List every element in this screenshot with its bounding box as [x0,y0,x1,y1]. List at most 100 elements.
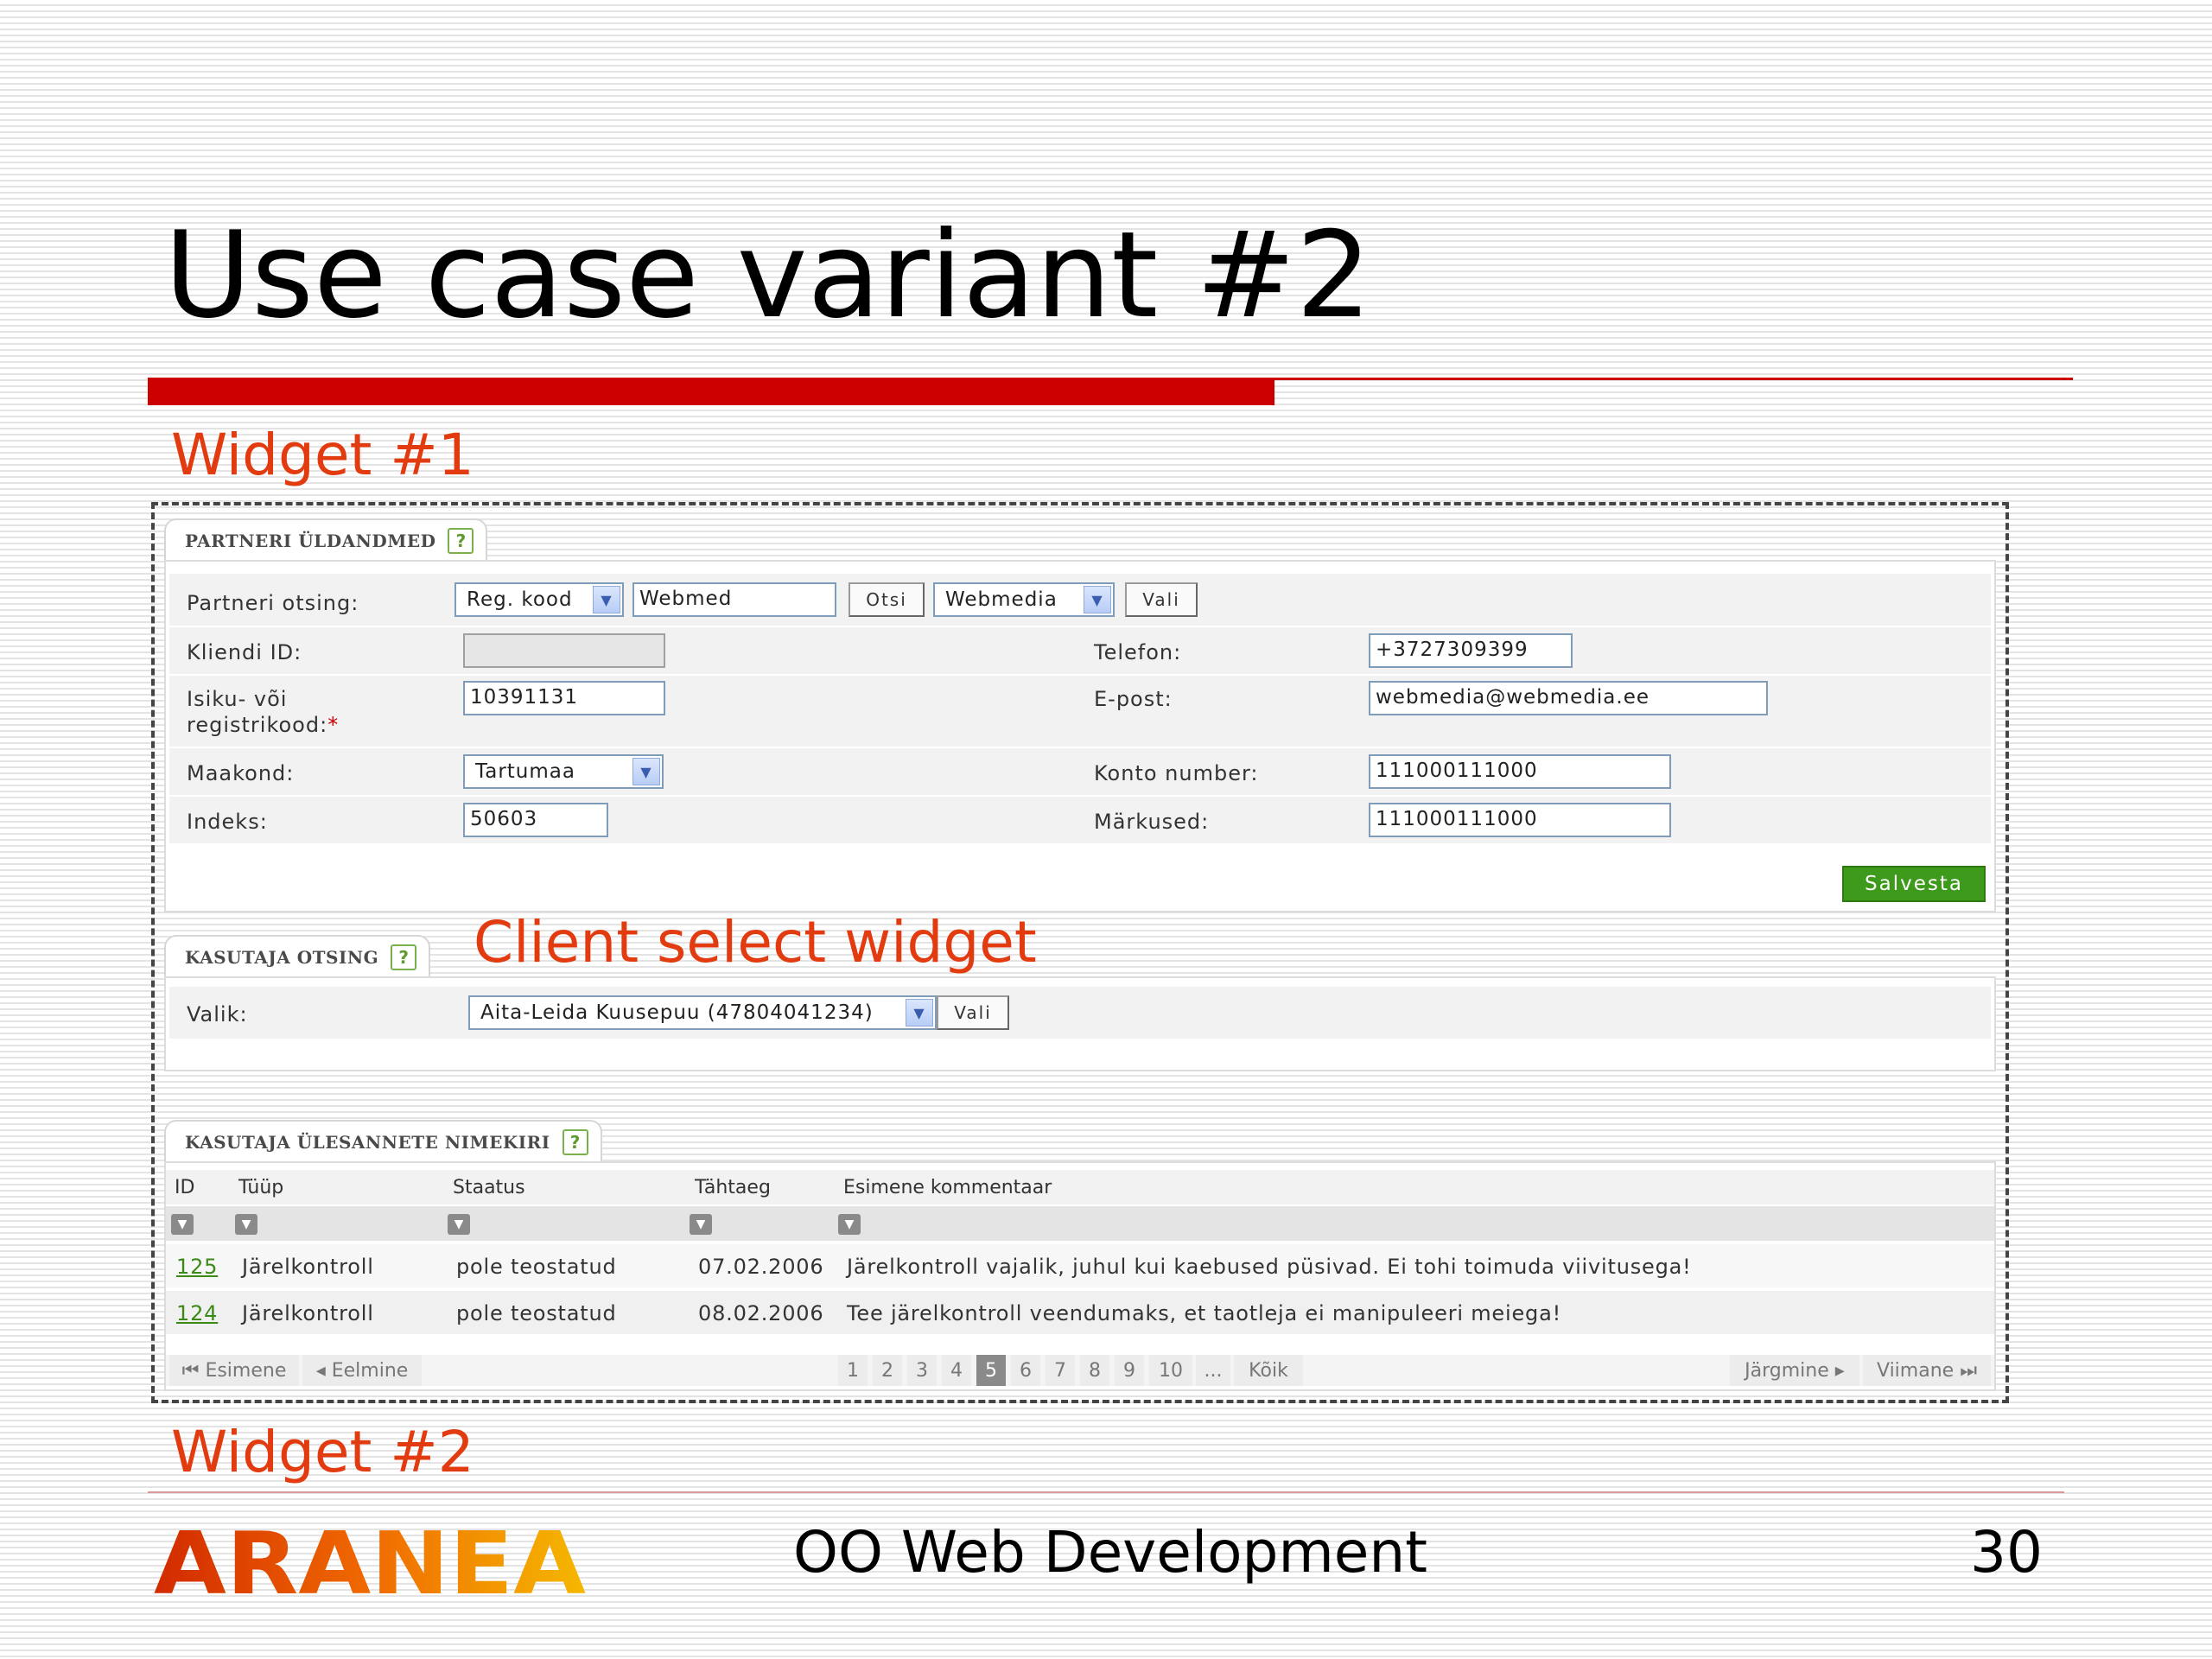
next-page-label: Järgmine [1745,1359,1829,1382]
task-comment: Järelkontroll vajalik, juhul kui kaebuse… [847,1255,1692,1279]
client-select-widget-label: Client select widget [474,909,1037,976]
email-field[interactable]: webmedia@webmedia.ee [1369,681,1768,715]
title-underline-thin [1274,378,2073,380]
task-deadline: 07.02.2006 [698,1255,824,1279]
page-9[interactable]: 9 [1115,1355,1144,1386]
user-search-panel: Valik: Aita-Leida Kuusepuu (47804041234)… [164,976,1996,1071]
task-type: Järelkontroll [242,1255,374,1279]
notes-field[interactable]: 111000111000 [1369,803,1671,837]
tab-label: KASUTAJA ÜLESANNETE NIMEKIRI [185,1132,550,1153]
form-row-id-code: Isiku- või registrikood:* 10391131 E-pos… [169,676,1991,747]
help-icon[interactable]: ? [448,528,474,554]
chevron-down-icon[interactable]: ▼ [632,758,660,785]
form-row-index: Indeks: 50603 Märkused: 111000111000 [169,797,1991,844]
footer-divider [148,1491,2064,1493]
page-7[interactable]: 7 [1046,1355,1075,1386]
all-pages-button[interactable]: Kõik [1234,1355,1303,1386]
index-label: Indeks: [187,810,268,834]
page-3[interactable]: 3 [907,1355,937,1386]
filter-dropdown-icon[interactable]: ▼ [235,1214,257,1235]
county-select[interactable]: Tartumaa ▼ [463,754,664,789]
filter-dropdown-icon[interactable]: ▼ [448,1214,470,1235]
chevron-down-icon[interactable]: ▼ [1084,586,1111,613]
task-status: pole teostatud [456,1255,617,1279]
tab-label: PARTNERI ÜLDANDMED [185,531,436,551]
table-row[interactable]: 125 Järelkontroll pole teostatud 07.02.2… [166,1244,1994,1287]
filter-dropdown-icon[interactable]: ▼ [838,1214,861,1235]
chevron-down-icon[interactable]: ▼ [593,586,620,613]
page-number: 30 [1970,1519,2043,1586]
help-icon[interactable]: ? [391,944,417,970]
first-page-button[interactable]: ⏮ Esimene [169,1355,299,1386]
task-status: pole teostatud [456,1301,617,1325]
tab-partner-general[interactable]: PARTNERI ÜLDANDMED ? [164,518,488,562]
task-type: Järelkontroll [242,1301,374,1325]
last-page-button[interactable]: Viimane ⏭ [1863,1355,1991,1386]
help-icon[interactable]: ? [562,1129,588,1155]
search-button[interactable]: Otsi [849,582,925,617]
last-icon: ⏭ [1960,1359,1977,1382]
page-5-active[interactable]: 5 [976,1355,1006,1386]
index-field[interactable]: 50603 [463,803,608,837]
partner-search-label: Partneri otsing: [187,591,359,615]
id-code-field[interactable]: 10391131 [463,681,665,715]
task-id-link[interactable]: 125 [176,1255,218,1279]
page-2[interactable]: 2 [873,1355,902,1386]
choice-label: Valik: [187,1002,248,1027]
tab-label: KASUTAJA OTSING [185,947,379,968]
table-filter-row: ▼ ▼ ▼ ▼ ▼ [166,1206,1994,1241]
column-header-type[interactable]: Tüüp [238,1177,283,1198]
page-1[interactable]: 1 [838,1355,868,1386]
tab-user-search[interactable]: KASUTAJA OTSING ? [164,935,431,978]
account-label: Konto number: [1094,761,1259,785]
table-header: ID Tüüp Staatus Tähtaeg Esimene kommenta… [166,1170,1994,1205]
phone-field[interactable]: +3727309399 [1369,633,1573,668]
filter-dropdown-icon[interactable]: ▼ [171,1214,194,1235]
next-page-button[interactable]: Järgmine ▸ [1730,1355,1859,1386]
page-6[interactable]: 6 [1011,1355,1040,1386]
slide-title: Use case variant #2 [164,206,1372,345]
search-type-select[interactable]: Reg. kood ▼ [454,582,624,617]
search-type-value: Reg. kood [467,588,573,611]
select-partner-button[interactable]: Vali [1125,582,1198,617]
tab-user-tasks[interactable]: KASUTAJA ÜLESANNETE NIMEKIRI ? [164,1120,602,1163]
table-row[interactable]: 124 Järelkontroll pole teostatud 08.02.2… [166,1291,1994,1334]
widget2-label: Widget #2 [171,1419,474,1485]
notes-label: Märkused: [1094,810,1210,834]
id-code-label-line1: Isiku- või [187,687,288,711]
partner-search-input[interactable]: Webmed [632,582,836,617]
phone-label: Telefon: [1094,640,1182,664]
account-field[interactable]: 111000111000 [1369,754,1671,789]
page-8[interactable]: 8 [1080,1355,1109,1386]
select-user-button[interactable]: Vali [937,995,1009,1030]
chevron-left-icon: ◂ [315,1359,326,1382]
chevron-right-icon: ▸ [1834,1359,1845,1382]
client-id-field [463,633,665,668]
page-10[interactable]: 10 [1149,1355,1192,1386]
column-header-comment[interactable]: Esimene kommentaar [843,1177,1052,1198]
footer-title: OO Web Development [793,1519,1428,1586]
partner-result-select[interactable]: Webmedia ▼ [933,582,1115,617]
column-header-deadline[interactable]: Tähtaeg [695,1177,771,1198]
logo-text: ARANEA [154,1521,586,1604]
task-id-link[interactable]: 124 [176,1301,218,1325]
page-ellipsis: ... [1196,1355,1230,1386]
county-label: Maakond: [187,761,295,785]
chevron-down-icon[interactable]: ▼ [906,999,933,1027]
user-choice-value: Aita-Leida Kuusepuu (47804041234) [480,1001,874,1024]
column-header-id[interactable]: ID [175,1177,194,1198]
title-underline-thick [148,378,1274,405]
column-header-status[interactable]: Staatus [453,1177,525,1198]
partner-general-panel: Partneri otsing: Reg. kood ▼ Webmed Otsi… [164,560,1996,912]
task-deadline: 08.02.2006 [698,1301,824,1325]
save-button[interactable]: Salvesta [1842,866,1986,902]
page-4[interactable]: 4 [942,1355,971,1386]
partner-result-value: Webmedia [945,588,1058,611]
form-row-choice: Valik: Aita-Leida Kuusepuu (47804041234)… [169,987,1991,1039]
county-value: Tartumaa [475,760,575,783]
user-choice-select[interactable]: Aita-Leida Kuusepuu (47804041234) ▼ [468,995,937,1030]
filter-dropdown-icon[interactable]: ▼ [690,1214,712,1235]
form-row-client-id: Kliendi ID: Telefon: +3727309399 [169,627,1991,675]
prev-page-button[interactable]: ◂ Eelmine [302,1355,422,1386]
required-mark: * [327,713,340,737]
